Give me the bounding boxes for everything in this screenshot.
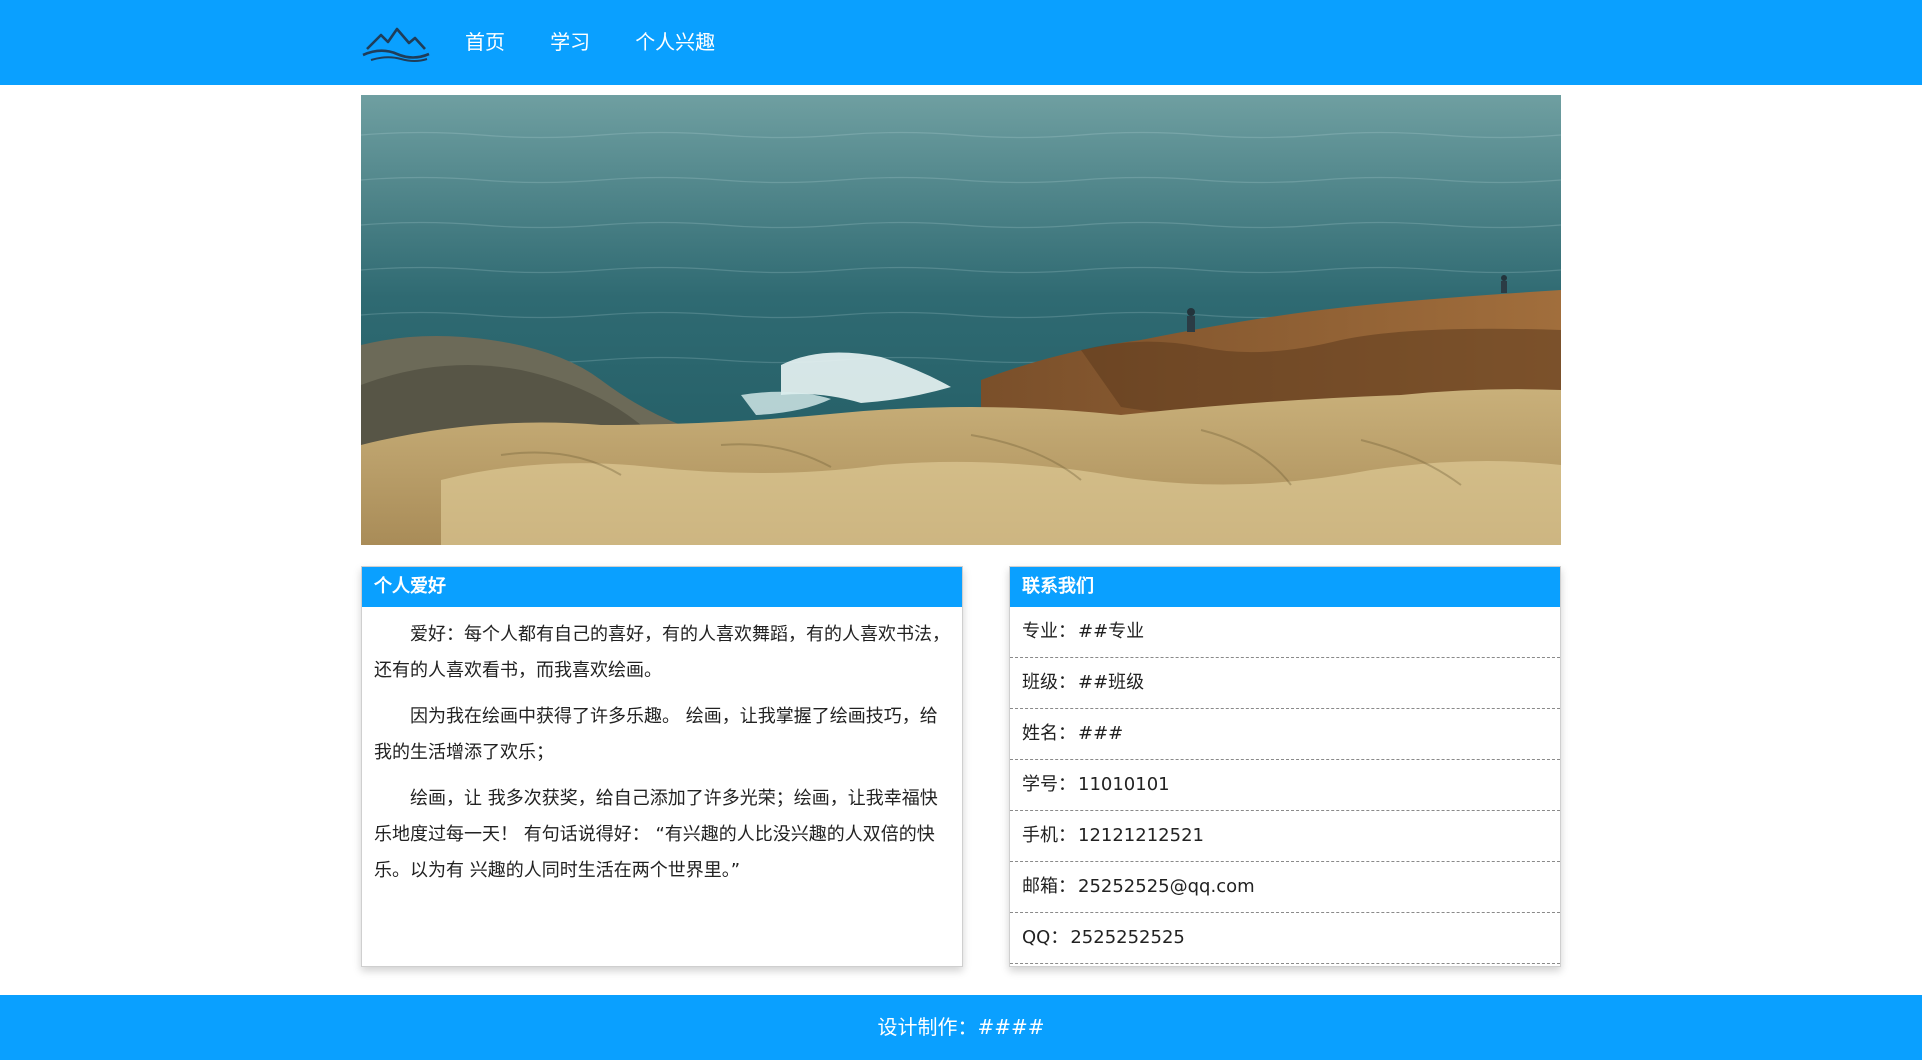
contact-item-major: 专业： ##专业 — [1010, 607, 1560, 658]
contact-item-class: 班级： ##班级 — [1010, 658, 1560, 709]
header-inner: 首页 学习 个人兴趣 — [361, 0, 755, 85]
hobby-paragraph-3: 绘画，让 我多次获奖，给自己添加了许多光荣；绘画，让我幸福快乐地度过每一天！ 有… — [374, 788, 938, 881]
contact-panel: 联系我们 专业： ##专业 班级： ##班级 姓名： ### 学号： 11010101 … — [1009, 566, 1561, 967]
contact-item-student-id: 学号： 11010101 — [1010, 760, 1560, 811]
hobby-content: 爱好：每个人都有自己的喜好，有的人喜欢舞蹈，有的人喜欢书法， 还有的人喜欢看书，… — [362, 607, 962, 889]
contact-title: 联系我们 — [1010, 567, 1560, 607]
sea-rocks-photo — [361, 95, 1561, 545]
hobby-panel: 个人爱好 爱好：每个人都有自己的喜好，有的人喜欢舞蹈，有的人喜欢书法， 还有的人… — [361, 566, 963, 967]
hobby-title: 个人爱好 — [362, 567, 962, 607]
hobby-paragraph-1: 爱好：每个人都有自己的喜好，有的人喜欢舞蹈，有的人喜欢书法， 还有的人喜欢看书，… — [374, 624, 950, 681]
contact-item-qq: QQ： 2525252525 — [1010, 913, 1560, 964]
nav-personal-interest[interactable]: 个人兴趣 — [635, 0, 715, 85]
footer-credit: 设计制作：#### — [877, 1015, 1045, 1039]
site-footer: 设计制作：#### — [0, 995, 1922, 1060]
nav-study[interactable]: 学习 — [550, 0, 590, 85]
contact-list: 专业： ##专业 班级： ##班级 姓名： ### 学号： 11010101 手机： 12… — [1010, 607, 1560, 964]
top-header: 首页 学习 个人兴趣 — [0, 0, 1922, 85]
banner-image — [361, 95, 1561, 545]
main-nav: 首页 学习 个人兴趣 — [465, 0, 755, 85]
mountain-logo-icon[interactable] — [361, 21, 431, 65]
contact-item-phone: 手机： 12121212521 — [1010, 811, 1560, 862]
contact-item-email: 邮箱： 25252525@qq.com — [1010, 862, 1560, 913]
nav-home[interactable]: 首页 — [465, 0, 505, 85]
contact-item-name: 姓名： ### — [1010, 709, 1560, 760]
hobby-paragraph-2: 因为我在绘画中获得了许多乐趣。 绘画，让我掌握了绘画技巧，给我的生活增添了欢乐； — [374, 706, 938, 763]
